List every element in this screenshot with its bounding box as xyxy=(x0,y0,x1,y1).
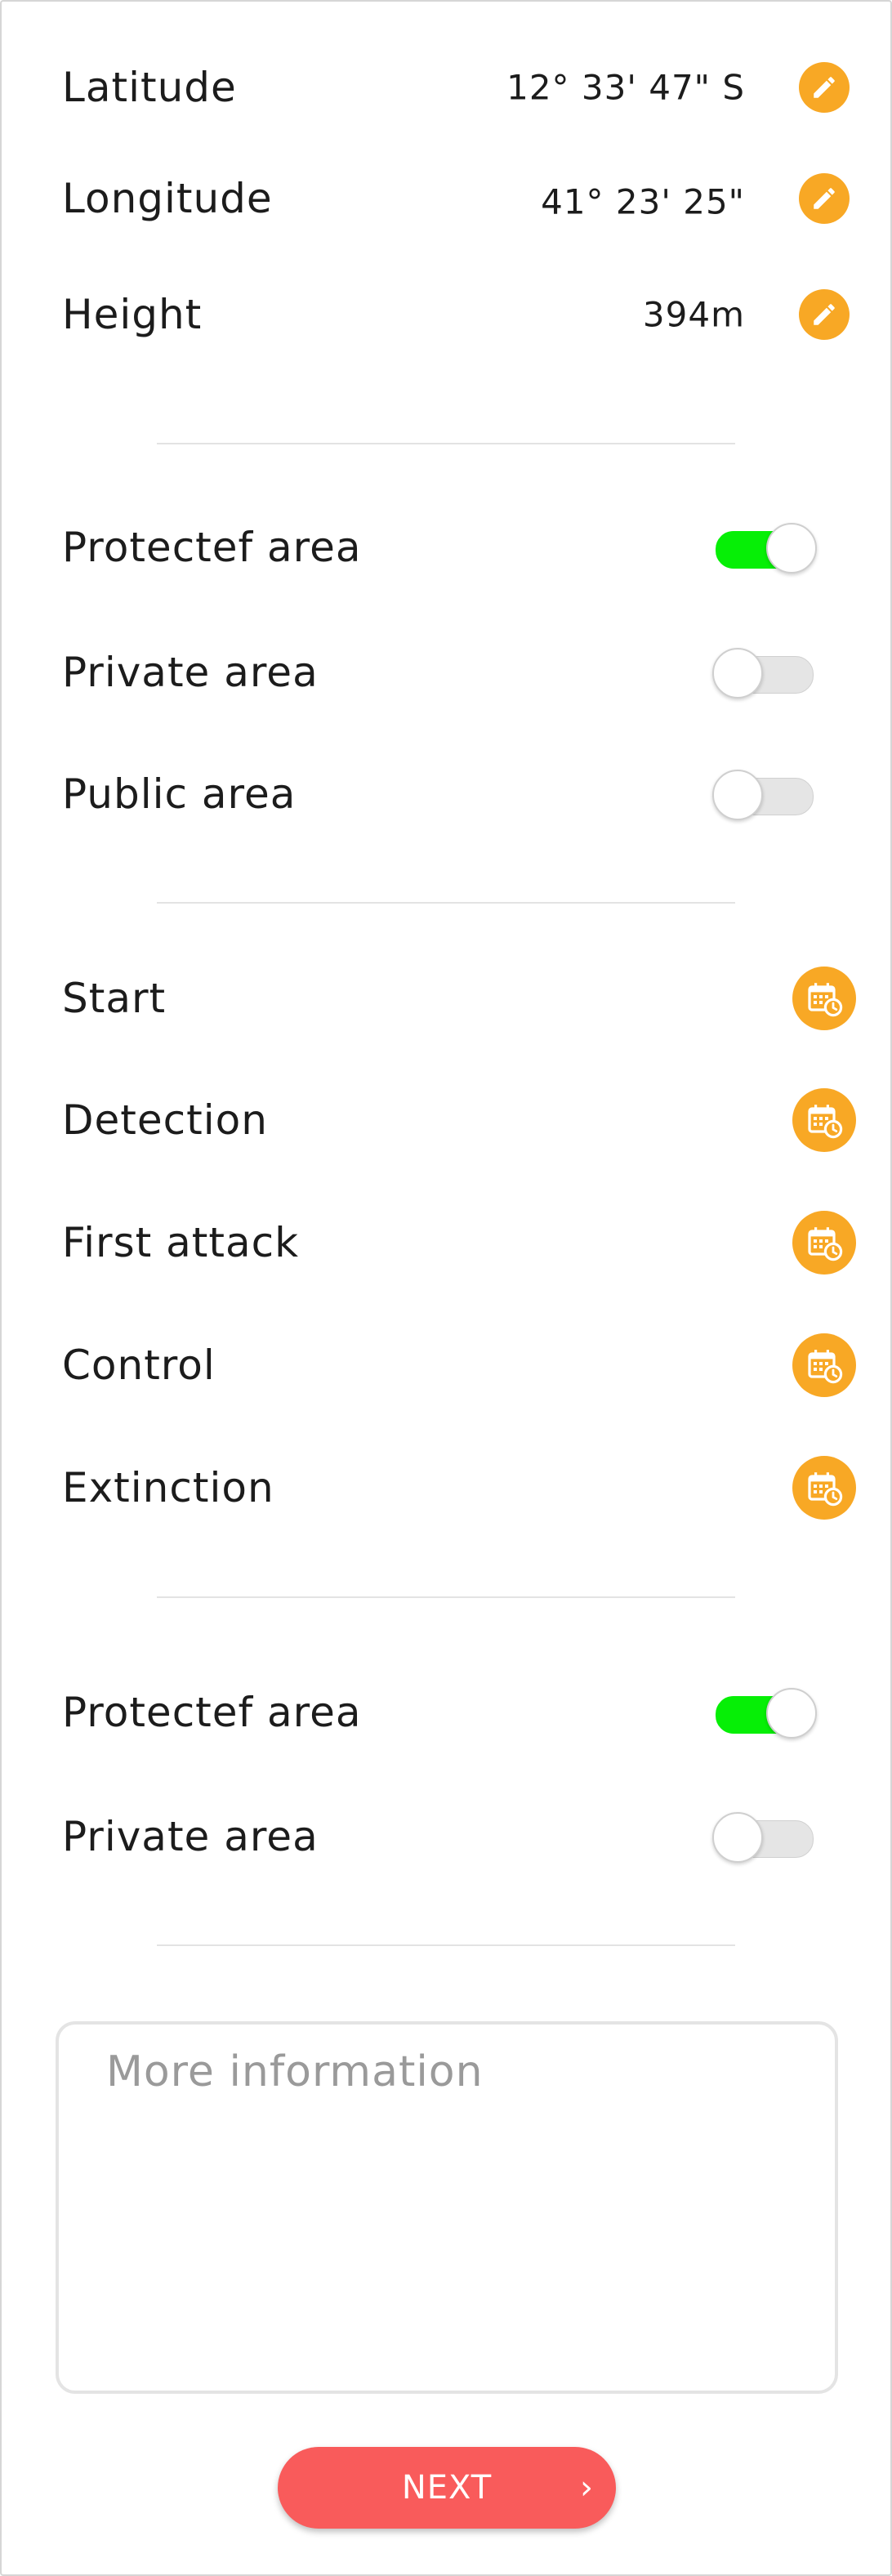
protected-area-row-2: Protectef area xyxy=(62,1680,850,1745)
protected-area-label: Protectef area xyxy=(62,1689,362,1736)
first-attack-label: First attack xyxy=(62,1219,300,1266)
control-label: Control xyxy=(62,1342,216,1389)
calendar-clock-icon xyxy=(808,1227,843,1261)
private-area-row: Private area xyxy=(62,640,850,705)
detection-schedule-button[interactable] xyxy=(792,1088,856,1152)
private-area-row-2: Private area xyxy=(62,1804,850,1869)
protected-area-toggle-2[interactable] xyxy=(714,1688,817,1739)
first-attack-row: First attack xyxy=(62,1210,856,1275)
calendar-clock-icon xyxy=(808,983,843,1017)
pencil-icon xyxy=(814,77,835,98)
edit-longitude-button[interactable] xyxy=(799,173,850,224)
form-screen: Latitude 12° 33' 47" S Longitude 41° 23'… xyxy=(0,0,892,2576)
toggle-knob xyxy=(712,648,763,699)
extinction-row: Extinction xyxy=(62,1455,856,1520)
detection-row: Detection xyxy=(62,1087,856,1153)
private-area-label: Private area xyxy=(62,1813,319,1860)
more-information-field[interactable]: More information xyxy=(56,2021,838,2394)
calendar-clock-icon xyxy=(808,1472,843,1507)
control-row: Control xyxy=(62,1333,856,1398)
height-label: Height xyxy=(62,291,203,338)
protected-area-toggle[interactable] xyxy=(714,523,817,574)
longitude-value: 41° 23' 25" xyxy=(541,181,745,222)
latitude-row: Latitude 12° 33' 47" S xyxy=(62,55,850,120)
next-button[interactable]: NEXT › xyxy=(278,2447,616,2529)
height-row: Height 394m xyxy=(62,282,850,347)
edit-latitude-button[interactable] xyxy=(799,62,850,113)
latitude-value: 12° 33' 47" S xyxy=(506,67,745,108)
control-schedule-button[interactable] xyxy=(792,1333,856,1397)
more-information-placeholder: More information xyxy=(106,2047,484,2096)
private-area-toggle-2[interactable] xyxy=(712,1812,815,1863)
divider xyxy=(157,1596,735,1598)
divider xyxy=(157,902,735,904)
public-area-toggle[interactable] xyxy=(712,770,815,820)
toggle-knob xyxy=(766,1688,817,1739)
toggle-knob xyxy=(712,1812,763,1863)
start-schedule-button[interactable] xyxy=(792,967,856,1030)
divider xyxy=(157,1944,735,1946)
latitude-label: Latitude xyxy=(62,64,237,111)
edit-height-button[interactable] xyxy=(799,289,850,340)
calendar-clock-icon xyxy=(808,1105,843,1139)
protected-area-row: Protectef area xyxy=(62,515,850,580)
pencil-icon xyxy=(814,304,835,325)
private-area-toggle[interactable] xyxy=(712,648,815,699)
next-button-label: NEXT xyxy=(401,2469,493,2507)
longitude-label: Longitude xyxy=(62,175,273,222)
public-area-label: Public area xyxy=(62,770,297,818)
chevron-right-icon: › xyxy=(580,2469,593,2507)
toggle-knob xyxy=(766,523,817,574)
height-value: 394m xyxy=(642,294,745,335)
toggle-knob xyxy=(712,770,763,820)
extinction-label: Extinction xyxy=(62,1464,274,1511)
start-row: Start xyxy=(62,966,856,1031)
pencil-icon xyxy=(814,188,835,209)
public-area-row: Public area xyxy=(62,761,850,827)
detection-label: Detection xyxy=(62,1096,268,1144)
start-label: Start xyxy=(62,975,167,1022)
divider xyxy=(157,443,735,444)
longitude-row: Longitude 41° 23' 25" xyxy=(62,166,850,231)
protected-area-label: Protectef area xyxy=(62,524,362,571)
extinction-schedule-button[interactable] xyxy=(792,1456,856,1520)
calendar-clock-icon xyxy=(808,1350,843,1384)
private-area-label: Private area xyxy=(62,649,319,696)
first-attack-schedule-button[interactable] xyxy=(792,1211,856,1275)
